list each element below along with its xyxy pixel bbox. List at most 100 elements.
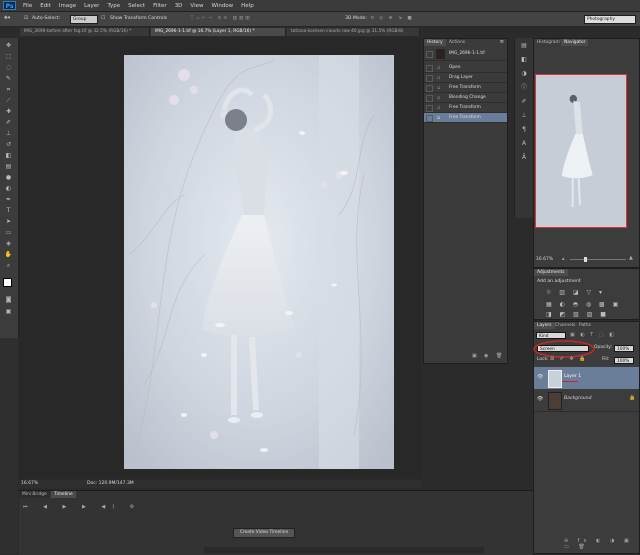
blur-tool-icon[interactable]: ● [4,174,13,181]
character-panel-icon[interactable]: A [520,140,528,148]
tab-adjustments[interactable]: Adjustments [534,269,568,276]
tab-navigator[interactable]: Navigator [561,39,589,46]
history-item-checkbox[interactable] [426,75,433,82]
zoom-out-icon[interactable]: ▴ [562,256,565,262]
menu-help[interactable]: Help [237,3,258,9]
menu-type[interactable]: Type [103,3,124,9]
tab-channels[interactable]: Channels [552,322,578,329]
visibility-eye-icon[interactable]: 👁 [537,396,543,402]
menu-layer[interactable]: Layer [80,3,103,9]
paragraph-panel-icon[interactable]: ¶ [520,126,528,134]
adjustment-icons-row-2[interactable]: ▦ ◐ ◓ ◍ ▩ ▣ [546,301,621,308]
new-snapshot-icon[interactable]: ◉ [484,353,488,359]
tab-timeline[interactable]: Timeline [51,491,76,498]
menu-image[interactable]: Image [55,3,80,9]
opacity-field[interactable]: 100% [614,345,634,352]
delete-state-icon[interactable]: 🗑 [496,353,502,359]
pen-tool-icon[interactable]: ✒ [4,196,13,203]
align-icons[interactable]: ⊤⊥⊢⊣ ≡≡ ▥▥▥ [190,15,252,23]
3d-tool-icon[interactable]: ◈ [4,240,13,247]
history-item-checkbox[interactable] [426,115,433,122]
healing-brush-tool-icon[interactable]: ✚ [4,108,13,115]
history-item-checkbox[interactable] [426,85,433,92]
zoom-slider[interactable] [570,259,626,260]
adjustment-icons-row-3[interactable]: ◨ ◩ ▧ ▨ ■ [546,311,609,318]
show-transform-checkbox[interactable]: ☐ [101,15,105,23]
eyedropper-tool-icon[interactable]: ⟋ [4,97,13,104]
auto-select-dropdown[interactable]: Group [70,15,98,24]
hand-tool-icon[interactable]: ✋ [4,251,13,258]
layer-name[interactable]: Background [564,396,592,401]
new-document-from-state-icon[interactable]: ▣ [472,353,477,359]
properties-panel-icon[interactable]: ◧ [520,56,528,64]
history-item[interactable]: ▫ Free Transform [424,83,507,93]
tab-history[interactable]: History [424,39,446,46]
tab-document-1[interactable]: IMG_2696-before after fog.tif @ 32.5% (R… [20,28,150,36]
layer-bottom-icons[interactable]: ⊖ fx ◐ ◑ ▣ ▭ 🗑 [564,538,639,550]
menu-window[interactable]: Window [207,3,237,9]
history-item[interactable]: ▫ Open [424,63,507,73]
snapshot-checkbox[interactable] [426,51,433,58]
tab-mini-bridge[interactable]: Mini Bridge [19,491,50,498]
fill-field[interactable]: 100% [614,357,634,364]
layer-name[interactable]: Layer 1 [564,374,581,379]
create-video-timeline-button[interactable]: Create Video Timeline [233,528,295,538]
history-item-selected[interactable]: ▫ Free Transform [424,113,507,123]
tab-document-3[interactable]: tatiana-kontsen-clouds-raw-40.jpg @ 31.5… [287,28,420,36]
move-tool-icon[interactable]: ✥ [4,42,13,49]
menu-file[interactable]: File [19,3,36,9]
menu-filter[interactable]: Filter [149,3,171,9]
path-selection-tool-icon[interactable]: ➤ [4,218,13,225]
menu-edit[interactable]: Edit [36,3,55,9]
info-panel-icon[interactable]: ⓘ [520,84,528,92]
visibility-eye-icon[interactable]: 👁 [537,374,543,380]
menu-3d[interactable]: 3D [171,3,187,9]
history-brush-tool-icon[interactable]: ↺ [4,141,13,148]
lock-icons[interactable]: ⊠ ✐ ✥ 🔒 [550,356,588,362]
history-item-checkbox[interactable] [426,65,433,72]
history-panel-icon[interactable]: ▤ [520,42,528,50]
brush-panel-icon[interactable]: ✐ [520,98,528,106]
clone-stamp-tool-icon[interactable]: ⊥ [4,130,13,137]
layer-row[interactable]: 👁 Background 🔒 [534,389,639,412]
layer-row-selected[interactable]: 👁 Layer 1 [534,367,639,389]
quick-mask-icon[interactable]: ◙ [4,296,13,303]
dodge-tool-icon[interactable]: ◐ [4,185,13,192]
zoom-tool-icon[interactable]: ⌕ [4,262,13,269]
history-item-checkbox[interactable] [426,95,433,102]
tab-document-2[interactable]: IMG_2696-1-1.tif @ 16.7% (Layer 1, RGB/1… [151,28,286,36]
history-snapshot[interactable]: IMG_2696-1-1.tif [424,47,507,61]
timeline-track[interactable] [204,547,484,553]
quick-select-tool-icon[interactable]: ✎ [4,75,13,82]
foreground-color-swatch[interactable] [3,278,12,287]
tab-histogram[interactable]: Histogram [534,39,563,46]
status-zoom[interactable]: 16.67% [21,481,38,486]
eraser-tool-icon[interactable]: ◧ [4,152,13,159]
3d-mode-icons[interactable]: ⟲ ◎ ✥ ⇲ ■ [370,15,414,23]
history-item[interactable]: ▫ Free Transform [424,103,507,113]
zoom-in-icon[interactable]: ▲ [629,255,633,261]
screen-mode-icon[interactable]: ▣ [4,308,13,315]
history-item-checkbox[interactable] [426,105,433,112]
tab-paths[interactable]: Paths [576,322,594,329]
brush-tool-icon[interactable]: ✐ [4,119,13,126]
move-tool-preset-icon[interactable]: ✥▾ [4,15,10,23]
gradient-tool-icon[interactable]: ▤ [4,163,13,170]
menu-view[interactable]: View [186,3,207,9]
timeline-playback-icons[interactable]: ⏮ ◀ ▶ ▶ ◀) ⚙ [23,504,141,510]
history-item[interactable]: ▫ Blending Change [424,93,507,103]
workspace-dropdown[interactable]: Photography [584,15,636,24]
adjustment-icons-row-1[interactable]: ☼ ▥ ◪ ▽ ▾ [546,289,605,296]
panel-menu-icon[interactable]: ≡ [500,39,504,45]
character-styles-panel-icon[interactable]: Ā [520,154,528,162]
navigator-zoom-value[interactable]: 16.67% [536,257,553,262]
layer-filter-dropdown[interactable]: Kind [536,332,566,339]
document-image[interactable] [124,55,394,469]
zoom-slider-thumb[interactable] [584,257,587,262]
history-item[interactable]: ▫ Drag Layer [424,73,507,83]
shape-tool-icon[interactable]: ▭ [4,229,13,236]
menu-select[interactable]: Select [124,3,149,9]
color-panel-icon[interactable]: ◑ [520,70,528,78]
type-tool-icon[interactable]: T [4,207,13,214]
crop-tool-icon[interactable]: ⌗ [4,86,13,93]
